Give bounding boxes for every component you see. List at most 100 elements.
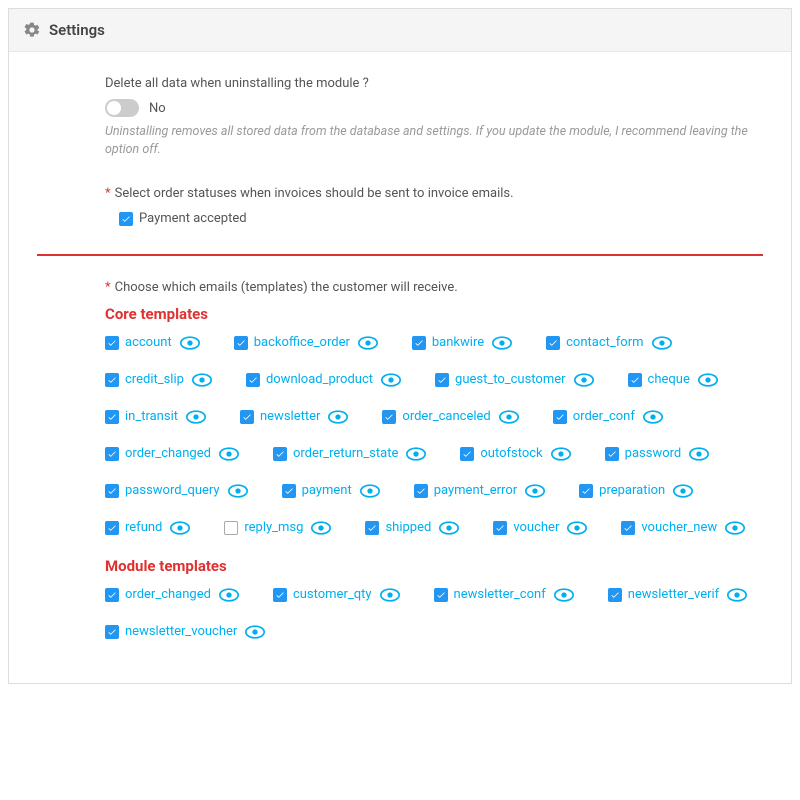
- eye-icon[interactable]: [380, 588, 400, 602]
- template-label: bankwire: [432, 335, 484, 350]
- template-checkbox-newsletter_verif[interactable]: [608, 588, 622, 602]
- template-checkbox-newsletter_conf[interactable]: [434, 588, 448, 602]
- eye-icon[interactable]: [358, 336, 378, 350]
- template-label: order_changed: [125, 587, 211, 602]
- template-label: payment_error: [434, 483, 517, 498]
- template-checkbox-order_changed[interactable]: [105, 588, 119, 602]
- eye-icon[interactable]: [219, 588, 239, 602]
- eye-icon[interactable]: [192, 373, 212, 387]
- template-checkbox-contact_form[interactable]: [546, 336, 560, 350]
- eye-icon[interactable]: [360, 484, 380, 498]
- template-item-download_product: download_product: [246, 372, 401, 387]
- payment-accepted-checkbox[interactable]: [119, 212, 133, 226]
- required-star: *: [105, 186, 111, 201]
- template-checkbox-order_conf[interactable]: [553, 410, 567, 424]
- template-label: download_product: [266, 372, 373, 387]
- template-checkbox-payment_error[interactable]: [414, 484, 428, 498]
- template-item-password: password: [605, 446, 710, 461]
- template-item-refund: refund: [105, 520, 190, 535]
- template-checkbox-customer_qty[interactable]: [273, 588, 287, 602]
- eye-icon[interactable]: [328, 410, 348, 424]
- template-item-cheque: cheque: [628, 372, 718, 387]
- eye-icon[interactable]: [381, 373, 401, 387]
- payment-accepted-row: Payment accepted: [119, 211, 763, 226]
- eye-icon[interactable]: [698, 373, 718, 387]
- core-templates-grid: account backoffice_order bankwire contact_f…: [105, 335, 763, 535]
- delete-data-toggle[interactable]: [105, 99, 139, 117]
- eye-icon[interactable]: [689, 447, 709, 461]
- template-label: password_query: [125, 483, 220, 498]
- eye-icon[interactable]: [574, 373, 594, 387]
- template-checkbox-backoffice_order[interactable]: [234, 336, 248, 350]
- template-item-bankwire: bankwire: [412, 335, 512, 350]
- module-templates-title: Module templates: [105, 557, 763, 575]
- eye-icon[interactable]: [554, 588, 574, 602]
- template-checkbox-voucher[interactable]: [493, 521, 507, 535]
- eye-icon[interactable]: [492, 336, 512, 350]
- eye-icon[interactable]: [219, 447, 239, 461]
- eye-icon[interactable]: [673, 484, 693, 498]
- eye-icon[interactable]: [311, 521, 331, 535]
- eye-icon[interactable]: [652, 336, 672, 350]
- template-checkbox-refund[interactable]: [105, 521, 119, 535]
- eye-icon[interactable]: [727, 588, 747, 602]
- eye-icon[interactable]: [643, 410, 663, 424]
- eye-icon[interactable]: [439, 521, 459, 535]
- template-label: preparation: [599, 483, 665, 498]
- template-label: credit_slip: [125, 372, 184, 387]
- template-label: payment: [302, 483, 352, 498]
- template-checkbox-guest_to_customer[interactable]: [435, 373, 449, 387]
- template-checkbox-password[interactable]: [605, 447, 619, 461]
- eye-icon[interactable]: [228, 484, 248, 498]
- template-item-order_changed: order_changed: [105, 587, 239, 602]
- template-checkbox-newsletter_voucher[interactable]: [105, 625, 119, 639]
- template-checkbox-payment[interactable]: [282, 484, 296, 498]
- template-item-newsletter_conf: newsletter_conf: [434, 587, 574, 602]
- template-checkbox-password_query[interactable]: [105, 484, 119, 498]
- template-label: order_changed: [125, 446, 211, 461]
- delete-data-toggle-state: No: [149, 101, 166, 116]
- eye-icon[interactable]: [186, 410, 206, 424]
- template-checkbox-reply_msg[interactable]: [224, 521, 238, 535]
- template-checkbox-cheque[interactable]: [628, 373, 642, 387]
- eye-icon[interactable]: [180, 336, 200, 350]
- eye-icon[interactable]: [245, 625, 265, 639]
- template-label: contact_form: [566, 335, 643, 350]
- eye-icon[interactable]: [525, 484, 545, 498]
- template-checkbox-preparation[interactable]: [579, 484, 593, 498]
- template-item-order_conf: order_conf: [553, 409, 663, 424]
- template-label: voucher: [513, 520, 559, 535]
- template-item-reply_msg: reply_msg: [224, 520, 331, 535]
- template-label: order_conf: [573, 409, 635, 424]
- eye-icon[interactable]: [406, 447, 426, 461]
- eye-icon[interactable]: [551, 447, 571, 461]
- template-item-backoffice_order: backoffice_order: [234, 335, 378, 350]
- template-item-in_transit: in_transit: [105, 409, 206, 424]
- template-item-outofstock: outofstock: [460, 446, 570, 461]
- template-item-preparation: preparation: [579, 483, 693, 498]
- template-checkbox-in_transit[interactable]: [105, 410, 119, 424]
- template-checkbox-order_canceled[interactable]: [382, 410, 396, 424]
- panel-body: Delete all data when uninstalling the mo…: [9, 52, 791, 683]
- eye-icon[interactable]: [567, 521, 587, 535]
- template-checkbox-order_return_state[interactable]: [273, 447, 287, 461]
- template-label: newsletter_conf: [454, 587, 546, 602]
- eye-icon[interactable]: [725, 521, 745, 535]
- template-label: order_return_state: [293, 446, 398, 461]
- template-checkbox-download_product[interactable]: [246, 373, 260, 387]
- eye-icon[interactable]: [170, 521, 190, 535]
- template-label: account: [125, 335, 172, 350]
- template-checkbox-account[interactable]: [105, 336, 119, 350]
- template-label: voucher_new: [641, 520, 717, 535]
- eye-icon[interactable]: [499, 410, 519, 424]
- template-checkbox-newsletter[interactable]: [240, 410, 254, 424]
- template-checkbox-bankwire[interactable]: [412, 336, 426, 350]
- template-label: password: [625, 446, 682, 461]
- template-checkbox-shipped[interactable]: [365, 521, 379, 535]
- template-checkbox-order_changed[interactable]: [105, 447, 119, 461]
- gear-icon: [23, 21, 41, 39]
- template-checkbox-outofstock[interactable]: [460, 447, 474, 461]
- template-checkbox-credit_slip[interactable]: [105, 373, 119, 387]
- section-divider: [37, 254, 763, 256]
- template-checkbox-voucher_new[interactable]: [621, 521, 635, 535]
